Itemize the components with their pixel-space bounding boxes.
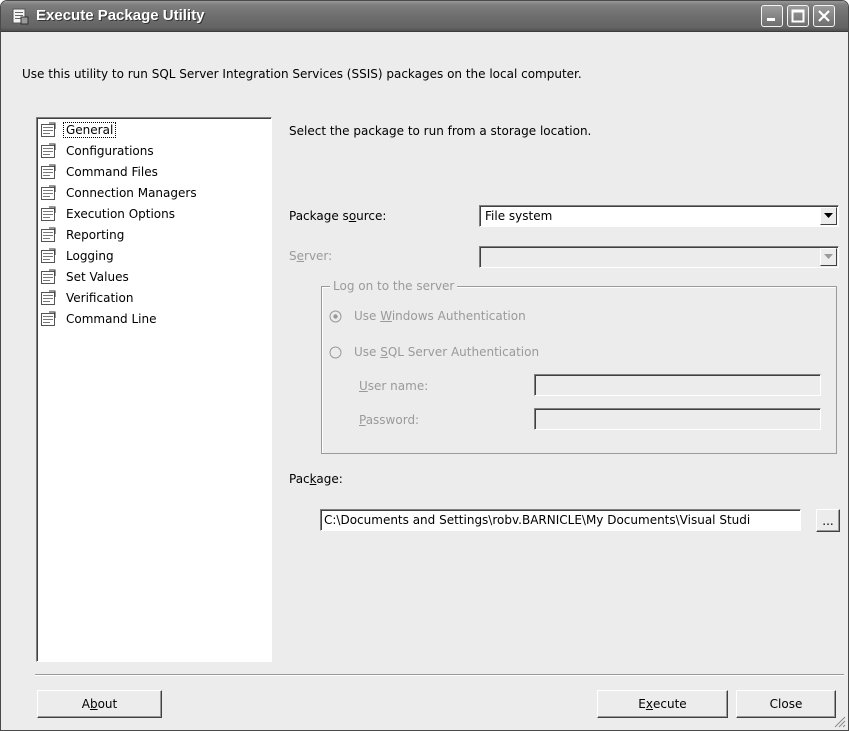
logon-group-title: Log on to the server [330,279,458,293]
about-button[interactable]: Ab out [37,690,162,718]
windows-auth-label: Use Windows Authentication [354,309,526,323]
nav-item-label: Configurations [66,144,154,158]
utility-description: Use this utility to run SQL Server Integ… [22,67,582,81]
window-title: Execute Package Utility [36,7,205,24]
radio-unchecked-icon [329,346,342,358]
nav-item-label: Set Values [66,270,129,284]
nav-item-label: Verification [66,291,134,305]
nav-item-general[interactable]: General [40,120,117,140]
execute-button[interactable]: Ex ecute [597,690,728,718]
nav-item-label: General [62,122,117,138]
nav-item-command-files[interactable]: Command Files [40,162,160,182]
nav-item-configurations[interactable]: Configurations [40,141,156,161]
package-app-icon [12,8,29,25]
windows-auth-radio[interactable]: Use Windows Authentication [329,309,526,323]
user-name-field[interactable] [534,374,821,396]
execute-package-window: Execute Package Utility Use this utility… [0,0,849,731]
page-icon [41,122,56,137]
sql-auth-radio[interactable]: Use SQL Server Authentication [329,345,539,359]
nav-item-label: Command Line [66,312,157,326]
page-icon [41,164,56,179]
radio-checked-icon [329,310,342,322]
package-path-value: C:\Documents and Settings\robv.BARNICLE\… [324,513,751,527]
page-icon [41,143,56,158]
title-bar[interactable]: Execute Package Utility [1,1,848,32]
panel-instruction: Select the package to run from a storage… [289,124,592,138]
logon-groupbox: Log on to the server Use Windows Authent… [321,279,837,454]
nav-item-command-line[interactable]: Command Line [40,309,159,329]
close-window-button[interactable] [813,5,835,27]
nav-item-label: Connection Managers [66,186,197,200]
page-navigation-list: General Configurations Command Files Con… [36,117,272,662]
nav-item-reporting[interactable]: Reporting [40,225,126,245]
page-icon [41,248,56,263]
nav-item-connection-managers[interactable]: Connection Managers [40,183,199,203]
package-source-select[interactable]: File system [479,205,839,227]
user-name-label: User name: [359,379,429,393]
close-icon [818,10,830,22]
resize-grip-icon[interactable] [834,716,846,728]
page-icon [41,227,56,242]
nav-item-verification[interactable]: Verification [40,288,135,308]
maximize-button[interactable] [787,5,809,27]
page-icon [41,311,56,326]
maximize-icon [791,9,805,23]
close-button[interactable]: Close [736,690,836,718]
server-select[interactable] [479,246,839,268]
page-icon [41,185,56,200]
package-source-label: Package source: [289,209,387,223]
password-field[interactable] [534,408,821,430]
browse-package-button[interactable]: ... [816,509,840,532]
button-separator [35,674,844,676]
package-label: Package: [289,472,343,486]
page-icon [41,269,56,284]
nav-item-label: Execution Options [66,207,176,221]
nav-item-label: Command Files [66,165,158,179]
nav-item-label: Logging [66,249,114,263]
password-label: Password: [359,413,420,427]
nav-item-execution-options[interactable]: Execution Options [40,204,177,224]
nav-item-set-values[interactable]: Set Values [40,267,131,287]
server-dropdown-button[interactable] [820,248,837,266]
package-source-value: File system [485,209,553,223]
page-icon [41,206,56,221]
minimize-button[interactable] [761,5,783,27]
page-icon [41,290,56,305]
chevron-down-icon [824,213,833,218]
package-source-dropdown-button[interactable] [820,207,837,225]
nav-item-logging[interactable]: Logging [40,246,116,266]
nav-item-label: Reporting [66,228,125,242]
sql-auth-label: Use SQL Server Authentication [354,345,540,359]
package-path-field[interactable]: C:\Documents and Settings\robv.BARNICLE\… [320,509,801,531]
chevron-down-icon [824,254,833,259]
minimize-icon [767,18,775,21]
server-label: Server: [289,249,333,263]
